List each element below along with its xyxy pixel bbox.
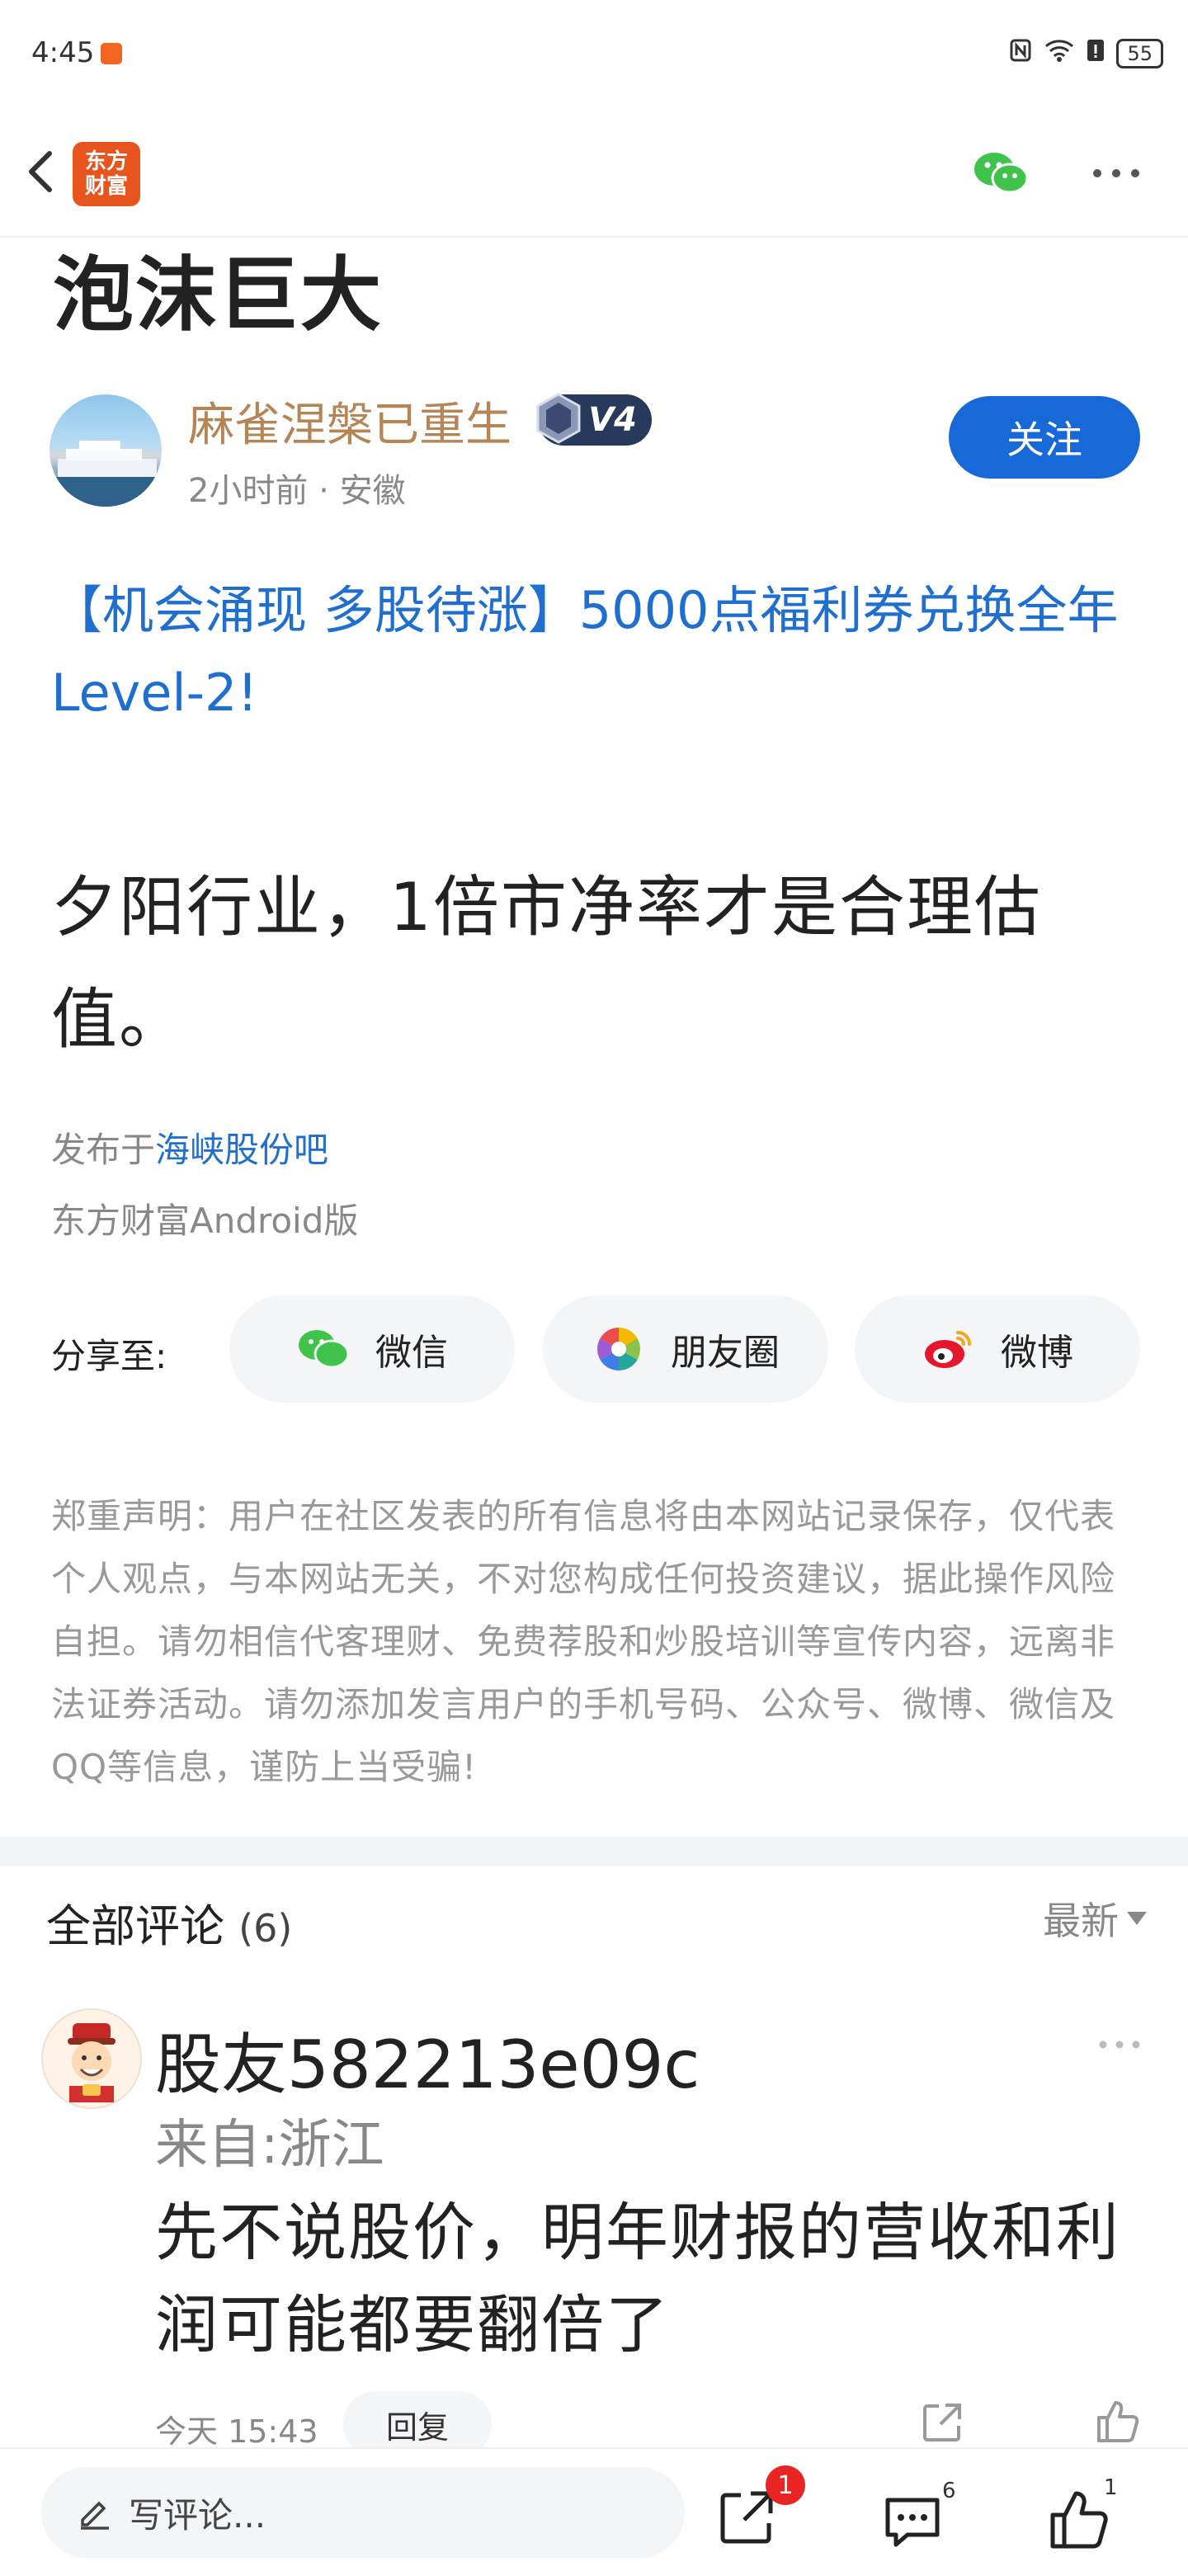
promo-link[interactable]: 【机会涌现 多股待涨】5000点福利券兑换全年Level-2!	[51, 569, 1140, 734]
wifi-icon	[1044, 38, 1075, 68]
comments-count: (6)	[238, 1906, 293, 1951]
share-label: 分享至:	[51, 1336, 167, 1376]
published-prefix: 发布于	[51, 1130, 156, 1170]
comment-icon	[885, 2498, 940, 2547]
like-count: 1	[1104, 2475, 1118, 2500]
comments-header: 全部评论 (6)	[46, 1890, 292, 1955]
status-icons: 55	[1009, 38, 1163, 68]
thumbs-up-icon	[1050, 2491, 1108, 2549]
share-weibo-button[interactable]: 微博	[855, 1295, 1140, 1403]
level-badge: V4	[536, 393, 652, 446]
comment-share-button[interactable]	[921, 2401, 964, 2444]
moments-icon	[597, 1328, 640, 1371]
weibo-icon	[925, 1331, 971, 1368]
sort-dropdown[interactable]: 最新	[1043, 1891, 1147, 1946]
thumbs-up-icon	[1097, 2401, 1139, 2442]
notification-app-icon	[101, 43, 122, 64]
share-moments-label: 朋友圈	[671, 1332, 780, 1374]
share-wechat-label: 微信	[375, 1332, 448, 1374]
like-button[interactable]	[1048, 2489, 1110, 2555]
forward-button[interactable]	[714, 2487, 777, 2553]
more-icon	[1099, 2041, 1140, 2049]
comment-text: 先不说股价，明年财报的营收和利润可能都要翻倍了	[155, 2196, 1120, 2361]
chevron-left-icon	[29, 151, 52, 192]
battery-indicator: 55	[1116, 38, 1163, 68]
share-wechat-button[interactable]: 微信	[229, 1295, 515, 1403]
comment-time: 今天 15:43	[155, 2413, 318, 2450]
share-icon	[720, 2491, 773, 2544]
stock-bar-link[interactable]: 海峡股份吧	[155, 1130, 328, 1170]
nfc-icon	[1009, 38, 1032, 68]
comment-like-button[interactable]	[1096, 2398, 1140, 2444]
logo-text-2: 财富	[84, 174, 128, 199]
comment-count: 6	[942, 2479, 956, 2503]
write-comment-placeholder: 写评论...	[129, 2494, 266, 2536]
share-moments-button[interactable]: 朋友圈	[543, 1295, 828, 1403]
comments-button[interactable]	[881, 2490, 944, 2556]
commenter-location: 来自:浙江	[155, 2115, 384, 2176]
post-title: 泡沫巨大	[53, 248, 384, 342]
follow-button[interactable]: 关注	[949, 396, 1140, 479]
level-text: V4	[588, 401, 637, 439]
back-button[interactable]	[18, 147, 68, 196]
author-avatar[interactable]	[50, 394, 162, 507]
author-name[interactable]: 麻雀涅槃已重生	[188, 388, 512, 455]
commenter-name[interactable]: 股友582213e09c	[155, 2012, 700, 2107]
section-separator	[0, 1837, 1188, 1866]
post-content: 夕阳行业，1倍市净率才是合理估值。	[51, 869, 1042, 1058]
status-time: 4:45	[31, 36, 95, 69]
sort-label: 最新	[1043, 1899, 1119, 1943]
pencil-icon	[81, 2501, 109, 2530]
commenter-avatar[interactable]	[41, 2008, 142, 2109]
share-weibo-label: 微博	[1001, 1332, 1073, 1374]
published-in: 发布于海峡股份吧	[51, 1122, 328, 1172]
diamond-icon	[536, 393, 581, 444]
share-icon	[923, 2404, 961, 2442]
caret-down-icon	[1127, 1912, 1147, 1925]
comments-title: 全部评论	[46, 1900, 224, 1952]
forward-badge: 1	[766, 2465, 805, 2505]
comment-more-button[interactable]	[1097, 2036, 1142, 2053]
eastmoney-logo: 东方 财富	[73, 142, 140, 206]
more-icon	[1093, 169, 1139, 177]
more-options-button[interactable]	[1091, 161, 1142, 186]
disclaimer: 郑重声明：用户在社区发表的所有信息将由本网站记录保存，仅代表个人观点，与本网站无…	[51, 1496, 1116, 1787]
write-comment-input[interactable]: 写评论...	[41, 2467, 685, 2558]
post-meta: 2小时前 · 安徽	[188, 472, 406, 510]
sim-alert-icon	[1087, 38, 1105, 68]
wechat-share-icon[interactable]	[972, 149, 1030, 198]
wechat-icon	[299, 1330, 350, 1369]
client-info: 东方财富Android版	[51, 1201, 359, 1241]
logo-text-1: 东方	[84, 149, 128, 174]
